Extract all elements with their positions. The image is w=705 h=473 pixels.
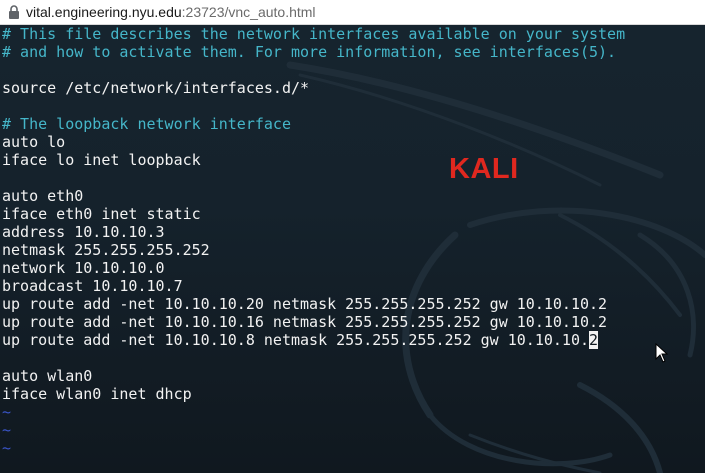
editor-line-text: ~ xyxy=(2,403,12,421)
text-cursor: 2 xyxy=(589,331,599,349)
editor-line-text: auto eth0 xyxy=(2,187,84,205)
mouse-pointer-icon xyxy=(655,343,669,363)
editor-line: up route add -net 10.10.10.8 netmask 255… xyxy=(2,331,625,349)
editor-buffer[interactable]: # This file describes the network interf… xyxy=(2,25,625,457)
editor-line: network 10.10.10.0 xyxy=(2,259,625,277)
url-host: vital.engineering.nyu.edu xyxy=(26,4,182,20)
empty-line-tilde: ~ xyxy=(2,403,625,421)
editor-line: # This file describes the network interf… xyxy=(2,25,625,43)
editor-line-text: address 10.10.10.3 xyxy=(2,223,165,241)
editor-line-text: ~ xyxy=(2,439,12,457)
editor-line: netmask 255.255.255.252 xyxy=(2,241,625,259)
editor-line-text: up route add -net 10.10.10.16 netmask 25… xyxy=(2,313,608,331)
editor-line-text: auto wlan0 xyxy=(2,367,93,385)
url-path: :23723/vnc_auto.html xyxy=(181,4,316,20)
empty-line-tilde: ~ xyxy=(2,439,625,457)
editor-line-text: netmask 255.255.255.252 xyxy=(2,241,210,259)
editor-line: iface wlan0 inet dhcp xyxy=(2,385,625,403)
editor-line-text: source /etc/network/interfaces.d/* xyxy=(2,79,310,97)
url-text[interactable]: vital.engineering.nyu.edu:23723/vnc_auto… xyxy=(26,4,316,20)
editor-line-text: ~ xyxy=(2,421,12,439)
editor-line-text: up route add -net 10.10.10.20 netmask 25… xyxy=(2,295,608,313)
editor-line-text: auto lo xyxy=(2,133,66,151)
vnc-terminal-view[interactable]: KALI # This file describes the network i… xyxy=(0,25,705,473)
editor-line: up route add -net 10.10.10.16 netmask 25… xyxy=(2,313,625,331)
editor-line: iface lo inet loopback xyxy=(2,151,625,169)
editor-line-text: iface lo inet loopback xyxy=(2,151,201,169)
editor-line-text: iface wlan0 inet dhcp xyxy=(2,385,192,403)
editor-line: up route add -net 10.10.10.20 netmask 25… xyxy=(2,295,625,313)
editor-line-text: # This file describes the network interf… xyxy=(2,25,626,43)
editor-line: source /etc/network/interfaces.d/* xyxy=(2,79,625,97)
lock-icon xyxy=(9,5,19,19)
editor-line: address 10.10.10.3 xyxy=(2,223,625,241)
editor-line: # The loopback network interface xyxy=(2,115,625,133)
editor-line: auto lo xyxy=(2,133,625,151)
editor-line-text: broadcast 10.10.10.7 xyxy=(2,277,183,295)
editor-line-text: # and how to activate them. For more inf… xyxy=(2,43,617,61)
editor-line-text: up route add -net 10.10.10.8 netmask 255… xyxy=(2,331,589,349)
editor-line: broadcast 10.10.10.7 xyxy=(2,277,625,295)
editor-line: # and how to activate them. For more inf… xyxy=(2,43,625,61)
editor-line-text: network 10.10.10.0 xyxy=(2,259,165,277)
editor-line: auto wlan0 xyxy=(2,367,625,385)
editor-line: auto eth0 xyxy=(2,187,625,205)
browser-address-bar[interactable]: vital.engineering.nyu.edu:23723/vnc_auto… xyxy=(0,0,705,25)
editor-line-text: iface eth0 inet static xyxy=(2,205,201,223)
editor-line-text: # The loopback network interface xyxy=(2,115,291,133)
empty-line-tilde: ~ xyxy=(2,421,625,439)
editor-line: iface eth0 inet static xyxy=(2,205,625,223)
